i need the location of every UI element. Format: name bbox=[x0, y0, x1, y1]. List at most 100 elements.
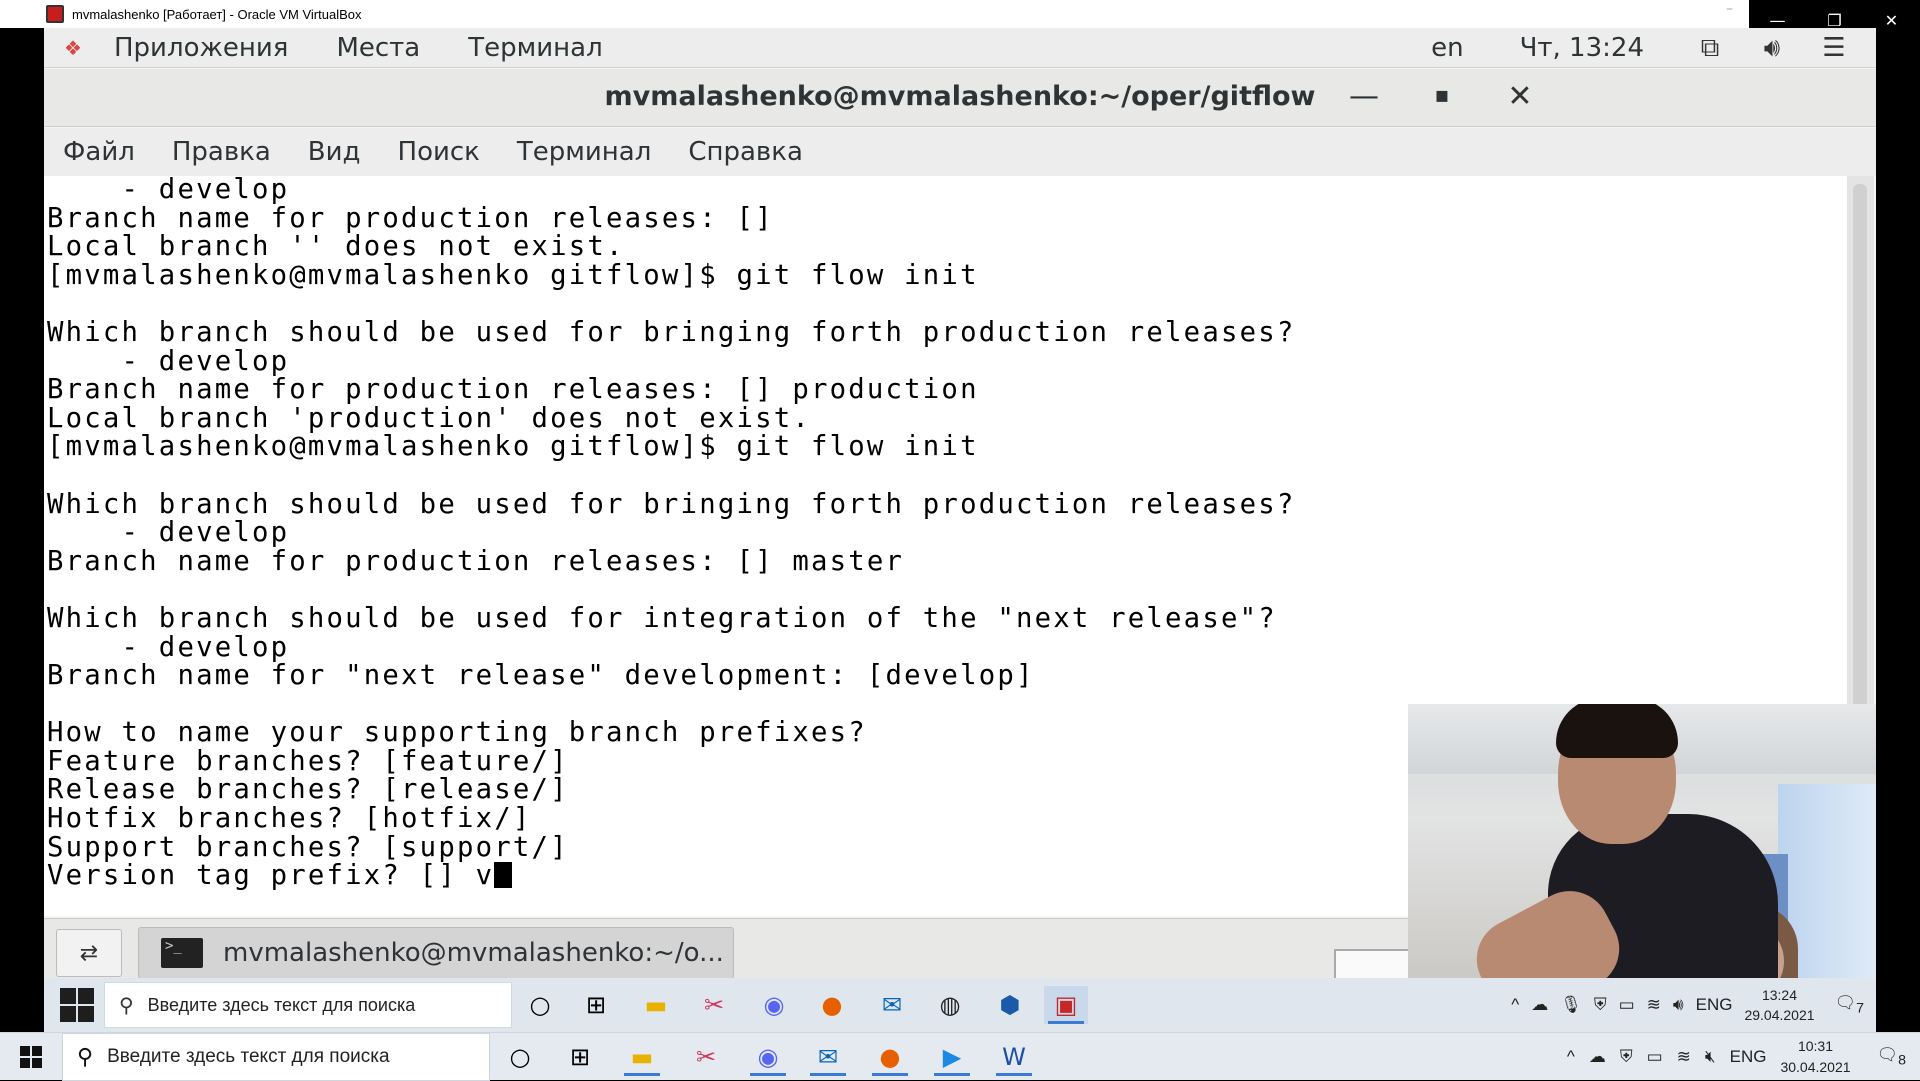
obs-icon[interactable]: ◍ bbox=[928, 986, 972, 1024]
terminal-line: Branch name for production releases: [] … bbox=[47, 545, 905, 577]
task-view-icon[interactable]: ⊞ bbox=[558, 1038, 602, 1076]
snipping-icon[interactable]: ✂ bbox=[692, 986, 736, 1024]
inner-windows-taskbar: ⚲ Введите здесь текст для поиска ○ ⊞ ▬ ✂… bbox=[44, 978, 1876, 1032]
volume-icon[interactable]: 🔊︎ bbox=[1673, 995, 1684, 1015]
terminal-icon: >_ bbox=[161, 938, 203, 968]
host-windows-taskbar: ⚲ Введите здесь текст для поиска ○ ⊞ ▬ ✂… bbox=[0, 1032, 1920, 1081]
notification-icon[interactable]: 🗨︎8 bbox=[1877, 1045, 1906, 1068]
file-explorer-icon[interactable]: ▬ bbox=[634, 986, 678, 1024]
outlook-icon[interactable]: ✉ bbox=[870, 986, 914, 1024]
discord-icon[interactable]: ◉ bbox=[752, 986, 796, 1024]
inner-search-box[interactable]: ⚲ Введите здесь текст для поиска bbox=[104, 982, 512, 1028]
terminal-line: - develop bbox=[47, 517, 290, 549]
vm-window-icon[interactable]: ▣ bbox=[1044, 986, 1088, 1024]
firefox-icon[interactable]: ● bbox=[868, 1038, 912, 1076]
apps-icon[interactable]: ❖ bbox=[64, 36, 92, 60]
menu-file[interactable]: Файл bbox=[63, 137, 135, 167]
task-view-icon[interactable]: ⊞ bbox=[574, 986, 618, 1024]
gnome-top-bar: ❖ Приложения Места Терминал en Чт, 13:24… bbox=[44, 28, 1876, 68]
tray-chevron-icon[interactable]: ^ bbox=[1567, 1047, 1575, 1067]
file-explorer-icon[interactable]: ▬ bbox=[620, 1038, 664, 1076]
terminal-minimize-button[interactable]: — bbox=[1344, 79, 1384, 114]
discord-icon[interactable]: ◉ bbox=[746, 1038, 790, 1076]
wifi-icon[interactable]: ≋ bbox=[1647, 995, 1661, 1015]
network-icon[interactable]: ⧉ bbox=[1690, 33, 1730, 64]
terminal-line: Branch name for production releases: [] bbox=[47, 202, 774, 234]
input-language[interactable]: ENG bbox=[1730, 1047, 1767, 1067]
terminal-line: [mvmalashenko@mvmalashenko gitflow]$ git… bbox=[47, 259, 979, 291]
outlook-icon[interactable]: ✉ bbox=[806, 1038, 850, 1076]
cortana-icon[interactable]: ○ bbox=[518, 986, 562, 1024]
volume-muted-icon[interactable]: 🔇︎ bbox=[1705, 1047, 1716, 1067]
terminal-line: Branch name for production releases: [] … bbox=[47, 374, 979, 406]
vbox-window-title: mvmalashenko [Работает] - Oracle VM Virt… bbox=[72, 6, 362, 22]
battery-icon[interactable]: ▭ bbox=[1647, 1047, 1663, 1067]
vbox-titlebar: mvmalashenko [Работает] - Oracle VM Virt… bbox=[0, 0, 1920, 28]
terminal-line: Which branch should be used for integrat… bbox=[47, 602, 1277, 634]
word-icon[interactable]: W bbox=[992, 1038, 1036, 1076]
notification-icon[interactable]: 🗨︎7 bbox=[1835, 993, 1864, 1016]
onedrive-icon[interactable]: ☁ bbox=[1589, 1047, 1606, 1067]
menu-places[interactable]: Места bbox=[336, 33, 420, 63]
volume-icon[interactable]: 🔊︎ bbox=[1752, 33, 1792, 64]
windows-start-icon[interactable] bbox=[60, 988, 94, 1022]
terminal-line: - develop bbox=[47, 345, 290, 377]
show-desktop-button[interactable]: ⇄ bbox=[56, 929, 122, 977]
notification-count: 8 bbox=[1898, 1052, 1906, 1069]
webcam-overlay bbox=[1408, 704, 1876, 992]
menu-edit[interactable]: Правка bbox=[172, 137, 271, 167]
host-time: 10:31 bbox=[1797, 1038, 1834, 1054]
mic-icon[interactable]: 🎙︎ bbox=[1560, 995, 1582, 1015]
menu-view[interactable]: Вид bbox=[308, 137, 361, 167]
host-clock[interactable]: 10:31 30.04.2021 bbox=[1780, 1036, 1850, 1078]
terminal-line: Branch name for "next release" developme… bbox=[47, 660, 1035, 692]
search-placeholder: Введите здесь текст для поиска bbox=[107, 1046, 390, 1067]
video-player-icon[interactable]: ▶ bbox=[930, 1038, 974, 1076]
terminal-close-button[interactable]: ✕ bbox=[1500, 79, 1540, 114]
inner-time: 13:24 bbox=[1761, 987, 1798, 1003]
inner-date: 29.04.2021 bbox=[1744, 1007, 1815, 1023]
virtualbox-taskbar-icon[interactable]: ⬢ bbox=[988, 986, 1032, 1024]
gnome-status-area: en Чт, 13:24 ⧉ 🔊︎ ☰ bbox=[1431, 28, 1876, 68]
terminal-title: mvmalashenko@mvmalashenko:~/oper/gitflow bbox=[604, 81, 1316, 112]
terminal-menubar: Файл Правка Вид Поиск Терминал Справка bbox=[44, 128, 1876, 176]
cortana-icon[interactable]: ○ bbox=[498, 1038, 542, 1076]
host-search-box[interactable]: ⚲ Введите здесь текст для поиска bbox=[62, 1033, 490, 1081]
terminal-line: Local branch 'production' does not exist… bbox=[47, 402, 811, 434]
host-system-tray: ^ ☁ ⛨ ▭ ≋ 🔇︎ ENG 10:31 30.04.2021 🗨︎8 bbox=[1567, 1033, 1920, 1081]
taskbar-window-label: mvmalashenko@mvmalashenko:~/o... bbox=[223, 938, 724, 968]
clock[interactable]: Чт, 13:24 bbox=[1520, 33, 1644, 63]
menu-applications[interactable]: Приложения bbox=[114, 33, 288, 63]
battery-icon[interactable]: ▭ bbox=[1619, 995, 1635, 1015]
terminal-line: - develop bbox=[47, 631, 290, 663]
prompt-text: Version tag prefix? [] v bbox=[47, 860, 495, 892]
search-icon: ⚲ bbox=[119, 993, 134, 1017]
menu-terminal[interactable]: Терминал bbox=[468, 33, 602, 63]
tray-chevron-icon[interactable]: ^ bbox=[1511, 995, 1519, 1015]
virtualbox-icon bbox=[46, 5, 64, 23]
search-placeholder: Введите здесь текст для поиска bbox=[147, 994, 416, 1015]
snipping-icon[interactable]: ✂ bbox=[684, 1038, 728, 1076]
host-date: 30.04.2021 bbox=[1780, 1059, 1851, 1075]
menu-search[interactable]: Поиск bbox=[398, 137, 480, 167]
keyboard-layout[interactable]: en bbox=[1431, 33, 1463, 63]
security-icon[interactable]: ⛨ bbox=[1620, 1047, 1633, 1067]
system-menu-icon[interactable]: ☰ bbox=[1814, 33, 1854, 63]
terminal-maximize-button[interactable]: ▪ bbox=[1422, 83, 1462, 108]
security-icon[interactable]: ⛨ bbox=[1594, 995, 1607, 1015]
onedrive-icon[interactable]: ☁ bbox=[1531, 995, 1548, 1015]
wifi-icon[interactable]: ≋ bbox=[1677, 1047, 1691, 1067]
inner-system-tray: ^ ☁ 🎙︎ ⛨ ▭ ≋ 🔊︎ ENG 13:24 29.04.2021 🗨︎7 bbox=[1511, 978, 1876, 1032]
terminal-line: - develop bbox=[47, 176, 290, 205]
menu-help[interactable]: Справка bbox=[688, 137, 803, 167]
menu-terminal-item[interactable]: Терминал bbox=[517, 137, 651, 167]
taskbar-terminal-window[interactable]: >_ mvmalashenko@mvmalashenko:~/o... bbox=[138, 927, 734, 979]
input-language[interactable]: ENG bbox=[1696, 995, 1733, 1015]
firefox-icon[interactable]: ● bbox=[810, 986, 854, 1024]
windows-start-icon[interactable] bbox=[20, 1046, 42, 1068]
vm-screen[interactable]: ❖ Приложения Места Терминал en Чт, 13:24… bbox=[44, 28, 1876, 1031]
inner-clock[interactable]: 13:24 29.04.2021 bbox=[1744, 985, 1814, 1025]
